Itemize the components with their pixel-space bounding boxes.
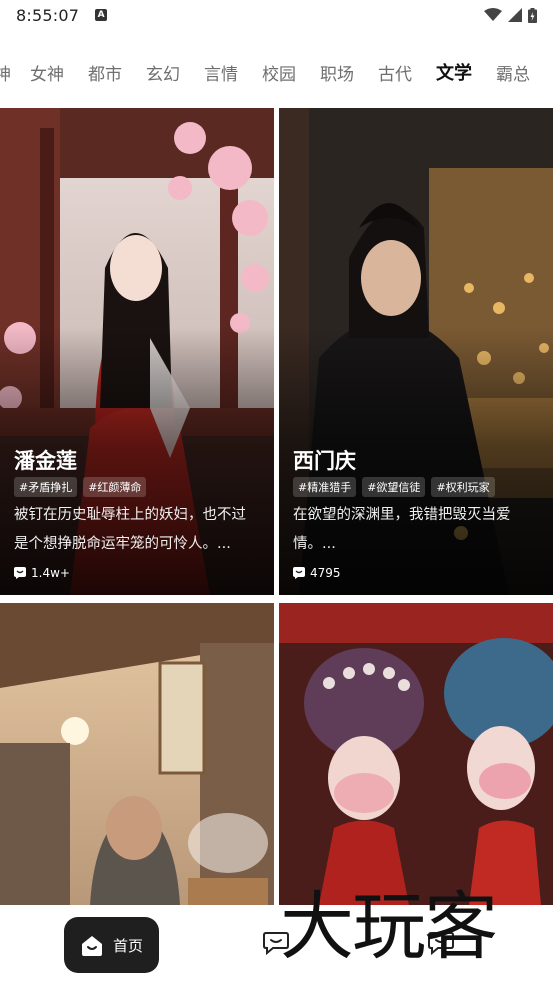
- comment-count: 4795: [310, 566, 341, 580]
- tag: #红颜薄命: [83, 477, 147, 497]
- card-description: 被钉在历史耻辱柱上的妖妇，也不过 是个想挣脱命运牢笼的可怜人。...: [14, 501, 262, 559]
- tab-xiaoyuan[interactable]: 校园: [262, 60, 296, 85]
- card-description: 在欲望的深渊里，我错把毁灭当爱 情。...: [293, 501, 541, 559]
- tag: #精准猎手: [293, 477, 357, 497]
- comment-stat: 4795: [293, 566, 341, 580]
- tab-dushi[interactable]: 都市: [88, 60, 122, 85]
- character-portrait: [279, 603, 553, 905]
- tab-partial[interactable]: 神: [0, 60, 11, 85]
- category-tabs: 神 女神 都市 玄幻 言情 校园 职场 古代 文学 霸总: [0, 50, 553, 94]
- tag-list: #精准猎手 #欲望信徒 #权利玩家: [293, 477, 495, 497]
- comment-icon: [293, 567, 305, 579]
- home-icon: [81, 936, 102, 956]
- tag: #权利玩家: [431, 477, 495, 497]
- comment-icon: [14, 567, 26, 579]
- card-title: 潘金莲: [14, 449, 77, 473]
- status-icons: [484, 7, 537, 23]
- desc-line: 被钉在历史耻辱柱上的妖妇，也不过: [14, 507, 246, 523]
- tab-wenxue[interactable]: 文学: [436, 59, 472, 88]
- desc-line: 是个想挣脱命运牢笼的可怜人。...: [14, 536, 231, 552]
- character-card[interactable]: [279, 603, 553, 905]
- tab-bazong[interactable]: 霸总: [496, 60, 530, 85]
- character-portrait: [0, 603, 274, 905]
- card-title: 西门庆: [293, 449, 356, 473]
- tab-gudai[interactable]: 古代: [378, 60, 412, 85]
- tag-list: #矛盾挣扎 #红颜薄命: [14, 477, 147, 497]
- status-bar: 8:55:07 A: [0, 0, 553, 30]
- comment-stat: 1.4w+: [14, 566, 70, 580]
- battery-icon: [528, 7, 537, 23]
- tag: #矛盾挣扎: [14, 477, 78, 497]
- tag: #欲望信徒: [362, 477, 426, 497]
- character-card[interactable]: 潘金莲 #矛盾挣扎 #红颜薄命 被钉在历史耻辱柱上的妖妇，也不过 是个想挣脱命运…: [0, 108, 274, 595]
- comment-count: 1.4w+: [31, 566, 70, 580]
- character-card[interactable]: [0, 603, 274, 905]
- character-card[interactable]: 西门庆 #精准猎手 #欲望信徒 #权利玩家 在欲望的深渊里，我错把毁灭当爱 情。…: [279, 108, 553, 595]
- notification-a-icon: A: [95, 9, 108, 21]
- tab-xuanhuan[interactable]: 玄幻: [146, 60, 180, 85]
- tab-yanqing[interactable]: 言情: [204, 60, 238, 85]
- desc-line: 情。...: [293, 536, 336, 552]
- wifi-icon: [484, 8, 502, 21]
- home-label: 首页: [112, 936, 143, 955]
- signal-icon: [508, 8, 522, 22]
- home-tab-button[interactable]: 首页: [64, 917, 159, 973]
- desc-line: 在欲望的深渊里，我错把毁灭当爱: [293, 507, 511, 523]
- watermark-logo: 大玩客: [280, 884, 498, 970]
- status-time: 8:55:07: [16, 5, 80, 25]
- tab-zhichang[interactable]: 职场: [320, 60, 354, 85]
- tab-nvshen[interactable]: 女神: [30, 60, 64, 85]
